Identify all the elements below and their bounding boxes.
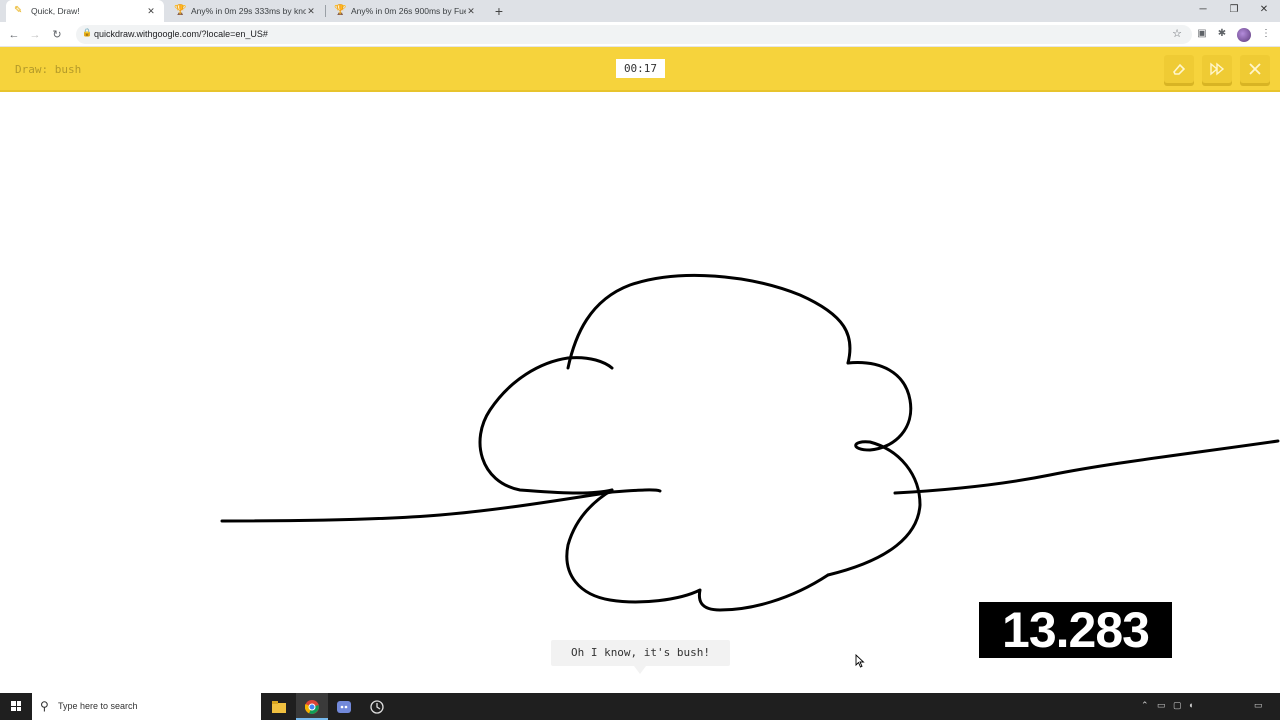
- browser-tab-strip: ✎ Quick, Draw! ✕ 🏆 Any% in 0m 29s 333ms …: [0, 0, 1280, 22]
- tray-volume-icon[interactable]: ◖: [1188, 700, 1193, 710]
- skip-button[interactable]: [1202, 55, 1232, 83]
- search-icon: ⚲: [40, 699, 49, 713]
- drawing-stroke: [826, 361, 922, 577]
- taskbar-search-box[interactable]: ⚲ Type here to search: [32, 693, 261, 720]
- quickdraw-favicon-icon: ✎: [14, 5, 23, 16]
- notification-icon[interactable]: ▭: [1254, 700, 1263, 711]
- drawing-stroke: [565, 488, 830, 612]
- drawing-stroke: [220, 488, 662, 523]
- trophy-icon: 🏆: [174, 5, 187, 16]
- new-tab-button[interactable]: +: [492, 3, 506, 19]
- url-text: quickdraw.withgoogle.com/?locale=en_US#: [94, 29, 268, 39]
- tab-title: Quick, Draw!: [31, 6, 80, 16]
- eraser-icon: [1173, 64, 1186, 76]
- game-timer: 00:17: [616, 59, 665, 78]
- tab-quickdraw[interactable]: ✎ Quick, Draw! ✕: [6, 0, 164, 22]
- fast-forward-icon: [1210, 62, 1225, 76]
- speech-bubble-tail: [634, 666, 646, 674]
- game-header: Draw: bush 00:17: [0, 47, 1280, 92]
- lock-icon: 🔒: [82, 28, 92, 37]
- extensions-puzzle-icon[interactable]: ✱: [1215, 27, 1229, 41]
- file-explorer-icon[interactable]: [263, 693, 295, 720]
- chrome-icon[interactable]: [296, 693, 328, 720]
- close-window-button[interactable]: ✕: [1249, 0, 1279, 22]
- profile-avatar[interactable]: [1237, 28, 1251, 42]
- extension-icon[interactable]: ▣: [1195, 27, 1209, 41]
- trophy-icon: 🏆: [334, 5, 347, 16]
- tab-title: Any% in 0m 26s 900ms by Fuego: [351, 6, 466, 16]
- start-button[interactable]: [0, 693, 32, 720]
- menu-dots-icon[interactable]: ⋮: [1259, 27, 1273, 41]
- tab-title: Any% in 0m 29s 333ms by knogu: [191, 6, 306, 16]
- bookmark-star-icon[interactable]: ☆: [1172, 27, 1182, 40]
- minimize-button[interactable]: ─: [1188, 0, 1218, 22]
- search-placeholder: Type here to search: [58, 701, 138, 711]
- tray-network-icon[interactable]: ▭: [1157, 700, 1166, 711]
- windows-logo-icon: [11, 701, 21, 711]
- drawing-stroke: [893, 439, 1280, 495]
- livesplit-icon[interactable]: [361, 693, 393, 720]
- close-tab-icon[interactable]: ✕: [466, 6, 476, 17]
- windows-taskbar: ⚲ Type here to search ⌃ ▭ ▢ ◖ ▭: [0, 693, 1280, 720]
- mouse-cursor-icon: [855, 654, 865, 668]
- tray-chevron-icon[interactable]: ⌃: [1141, 700, 1149, 711]
- close-tab-icon[interactable]: ✕: [146, 6, 156, 17]
- close-icon: [1249, 63, 1261, 75]
- guess-speech-bubble: Oh I know, it's bush!: [551, 640, 730, 666]
- drawing-stroke: [478, 356, 614, 495]
- back-button[interactable]: ←: [6, 27, 22, 43]
- drawing-stroke: [566, 273, 852, 370]
- tray-display-icon[interactable]: ▢: [1173, 700, 1182, 711]
- tab-speedrun-knogu[interactable]: 🏆 Any% in 0m 29s 333ms by knogu ✕: [166, 0, 324, 22]
- tab-speedrun-fuego[interactable]: 🏆 Any% in 0m 26s 900ms by Fuego ✕: [326, 0, 484, 22]
- clear-canvas-button[interactable]: [1164, 55, 1194, 83]
- draw-prompt: Draw: bush: [15, 63, 82, 76]
- speedrun-split-timer: 13.283: [979, 602, 1172, 658]
- close-tab-icon[interactable]: ✕: [306, 6, 316, 17]
- discord-icon[interactable]: [328, 693, 360, 720]
- reload-button[interactable]: ↻: [49, 27, 65, 43]
- close-game-button[interactable]: [1240, 55, 1270, 83]
- browser-toolbar: ← → ↻ 🔒 quickdraw.withgoogle.com/?locale…: [0, 22, 1280, 47]
- restore-button[interactable]: ❐: [1219, 0, 1249, 22]
- forward-button[interactable]: →: [27, 27, 43, 43]
- address-bar[interactable]: 🔒 quickdraw.withgoogle.com/?locale=en_US…: [76, 25, 1192, 44]
